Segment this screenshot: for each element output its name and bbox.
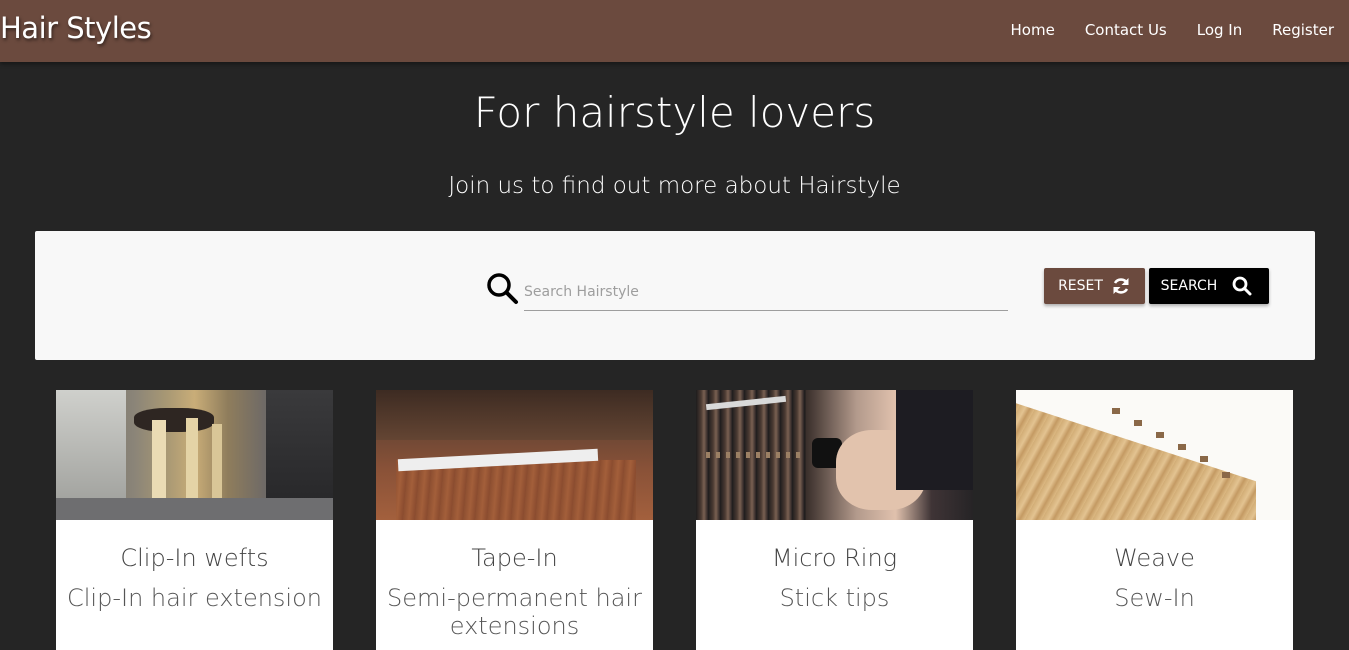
hero-subtitle: Join us to find out more about Hairstyle [448, 173, 901, 199]
search-input[interactable] [524, 274, 1008, 311]
clip-in-wefts-photo[interactable] [56, 390, 333, 520]
hairstyle-card-weave[interactable]: Weave Sew-In [1016, 390, 1293, 650]
search-panel: RESET SEARCH [35, 231, 1315, 360]
nav-menu: Home Contact Us Log In Register [981, 21, 1334, 39]
reset-button-label: RESET [1058, 278, 1103, 294]
hairstyle-card-tape-in[interactable]: Tape-In Semi-permanent hair extensions [376, 390, 653, 650]
card-description: Semi-permanent hair extensions [387, 584, 642, 640]
card-title: Weave [1114, 544, 1195, 572]
weave-photo[interactable] [1016, 390, 1293, 520]
search-icon [487, 273, 518, 304]
nav-register-link[interactable]: Register [1272, 21, 1334, 39]
card-title: Micro Ring [771, 544, 898, 572]
card-title: Clip-In wefts [120, 544, 269, 572]
nav-login-link[interactable]: Log In [1197, 21, 1243, 39]
reset-button[interactable]: RESET [1044, 268, 1145, 304]
navbar: Hair Styles Home Contact Us Log In Regis… [0, 0, 1349, 62]
card-description: Sew-In [1114, 584, 1195, 612]
brand-logo[interactable]: Hair Styles [0, 11, 152, 45]
search-button[interactable]: SEARCH [1149, 268, 1269, 304]
search-button-icon [1232, 276, 1252, 296]
micro-ring-photo[interactable] [696, 390, 973, 520]
card-description: Clip-In hair extension [67, 584, 322, 612]
search-button-label: SEARCH [1160, 278, 1218, 294]
hairstyle-card-clip-in[interactable]: Clip-In wefts Clip-In hair extension [56, 390, 333, 650]
hero-title: For hairstyle lovers [473, 88, 876, 137]
card-description: Stick tips [779, 584, 890, 612]
tape-in-photo[interactable] [376, 390, 653, 520]
nav-home-link[interactable]: Home [1011, 21, 1055, 39]
hairstyle-card-micro-ring[interactable]: Micro Ring Stick tips [696, 390, 973, 650]
nav-contact-link[interactable]: Contact Us [1085, 21, 1167, 39]
card-title: Tape-In [471, 544, 558, 572]
refresh-icon [1113, 278, 1129, 294]
